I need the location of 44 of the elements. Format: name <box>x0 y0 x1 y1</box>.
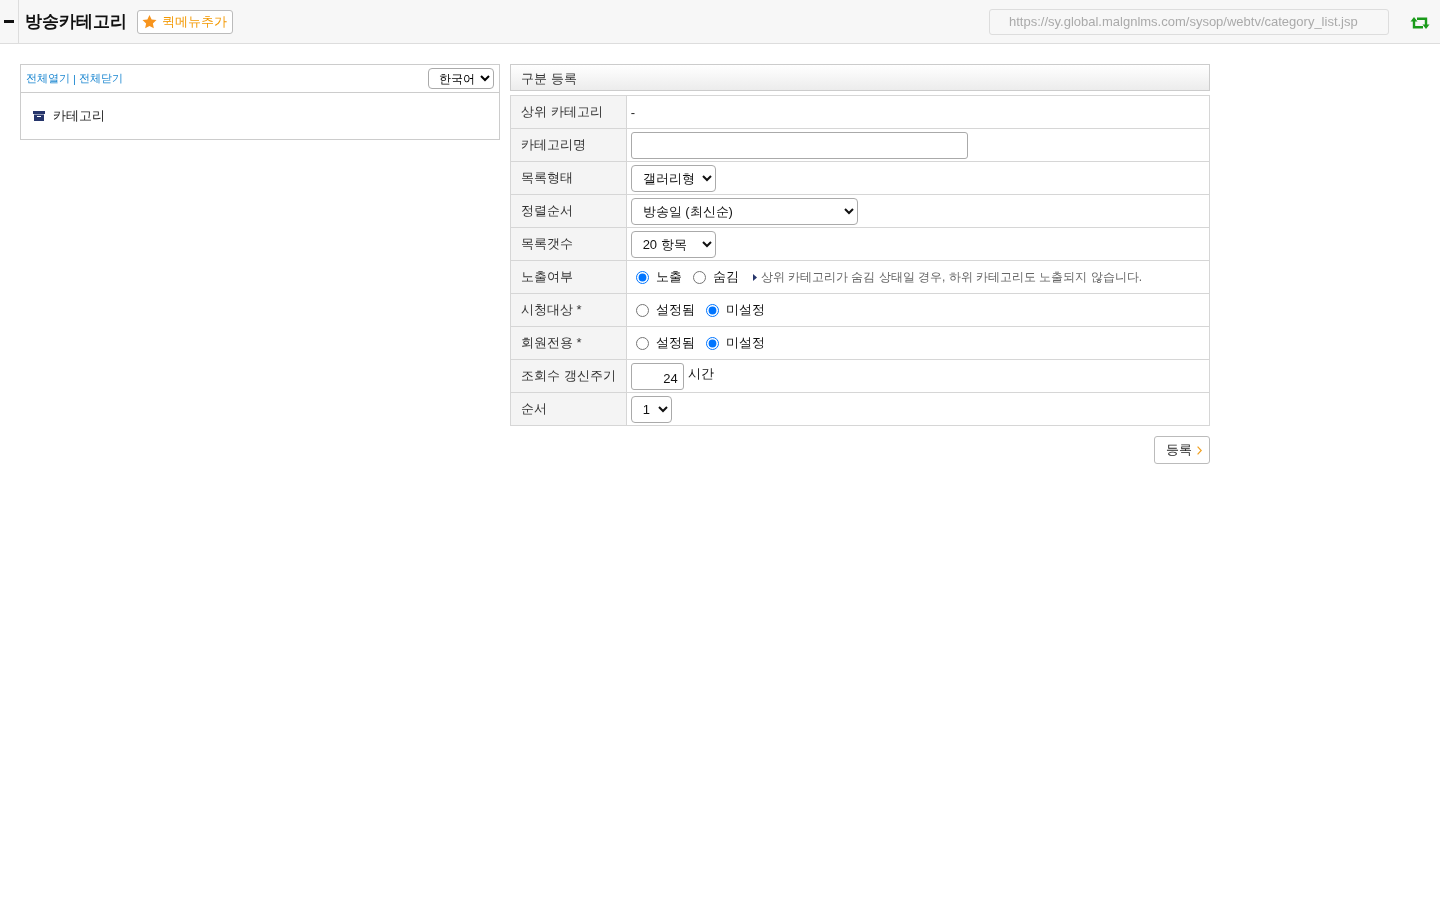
unit-label: 시간 <box>687 364 714 383</box>
dropdown[interactable]: 20 항목 <box>630 230 716 258</box>
triangle-icon <box>752 273 757 281</box>
radio-label[interactable]: 미설정 <box>725 334 765 352</box>
form-label: 정렬순서 <box>510 194 627 228</box>
radio-button[interactable] <box>692 270 706 284</box>
radio-label[interactable]: 노출 <box>655 268 682 286</box>
radio-label[interactable]: 숨김 <box>712 268 739 286</box>
register-button[interactable]: 등록 <box>1154 436 1210 464</box>
page-title: 방송카테고리 <box>25 11 127 33</box>
field-value: - <box>626 95 1210 129</box>
section-title: 구분 등록 <box>510 64 1210 91</box>
radio-button[interactable] <box>635 270 649 284</box>
archive-box-icon <box>33 111 45 121</box>
chevron-right-icon <box>1197 445 1202 455</box>
refresh-icon <box>1410 15 1430 30</box>
dropdown[interactable]: 갤러리형 <box>630 164 716 192</box>
dropdown[interactable]: 1 <box>630 395 672 423</box>
text-input-field[interactable] <box>630 131 968 159</box>
form-label: 조회수 갱신주기 <box>510 359 627 393</box>
number-input-field[interactable]: 24 <box>630 362 684 390</box>
form-label: 상위 카테고리 <box>510 95 627 129</box>
radio-button[interactable] <box>705 303 719 317</box>
form-label: 카테고리명 <box>510 128 627 162</box>
tree-link[interactable]: 전체닫기 <box>78 71 123 86</box>
dropdown[interactable]: 방송일 (최신순) <box>630 197 858 225</box>
radio-label[interactable]: 설정됨 <box>655 301 695 319</box>
radio-button[interactable] <box>705 336 719 350</box>
radio-button[interactable] <box>635 303 649 317</box>
form-label: 목록형태 <box>510 161 627 195</box>
separator-text: | <box>73 72 76 85</box>
form-label: 시청대상 * <box>510 293 627 327</box>
tree-item[interactable]: 카테고리 <box>53 107 105 125</box>
tree-link[interactable]: 전체열기 <box>26 71 70 86</box>
form-label: 회원전용 * <box>510 326 627 360</box>
language-select[interactable]: 한국어 <box>428 68 494 89</box>
note-text: 상위 카테고리가 숨김 상태일 경우, 하위 카테고리도 노출되지 않습니다. <box>760 268 1142 286</box>
radio-button[interactable] <box>635 336 649 350</box>
radio-label[interactable]: 미설정 <box>725 301 765 319</box>
radio-label[interactable]: 설정됨 <box>655 334 695 352</box>
form-label: 목록갯수 <box>510 227 627 261</box>
form-label: 노출여부 <box>510 260 627 294</box>
form-label: 순서 <box>510 392 627 426</box>
star-icon <box>142 14 157 29</box>
